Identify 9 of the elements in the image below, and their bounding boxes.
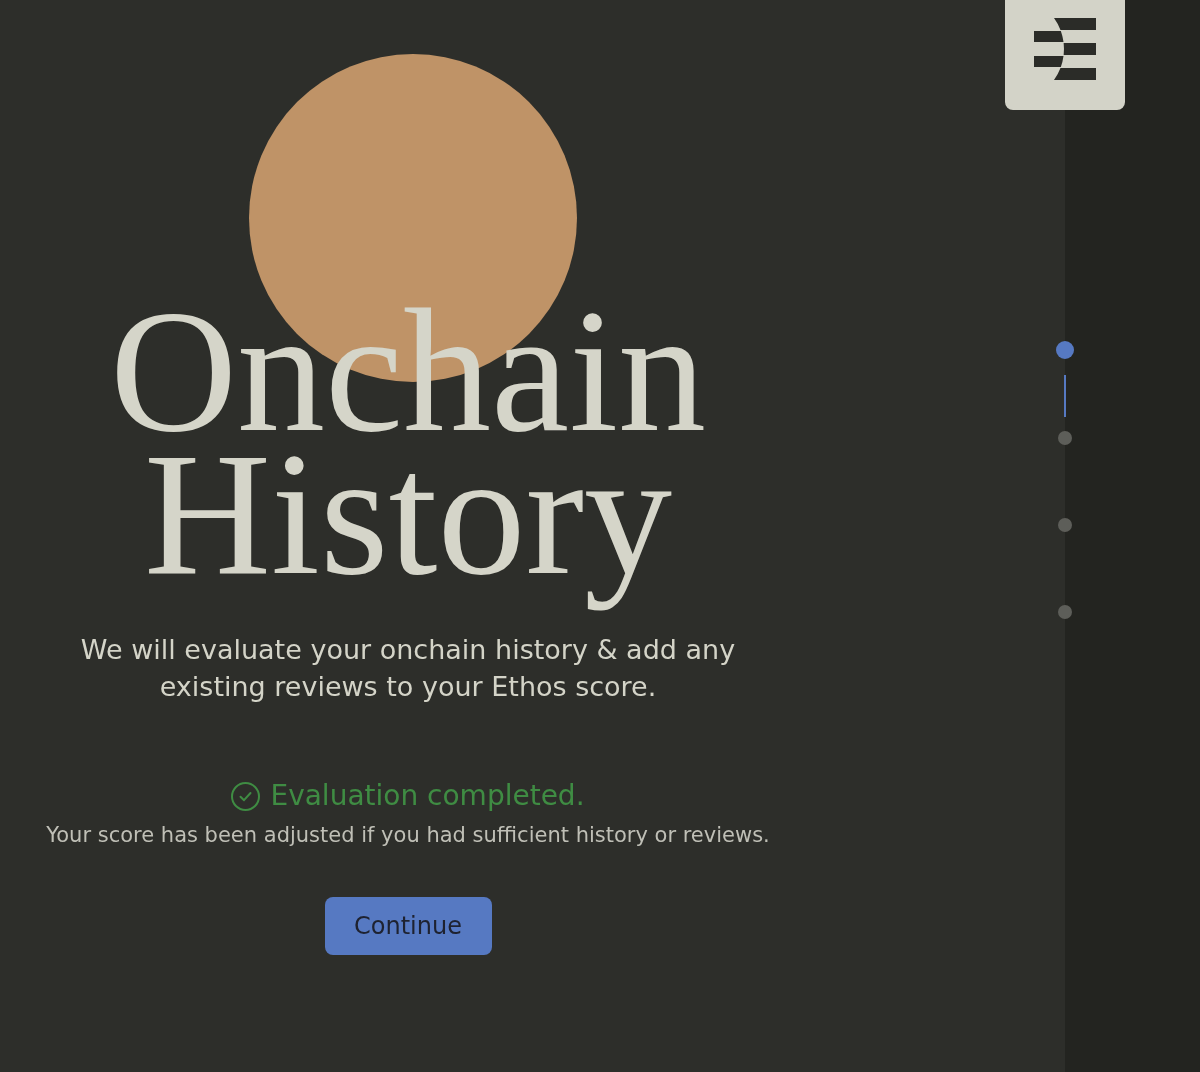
page-title: Onchain History (108, 299, 708, 613)
check-circle-icon (231, 781, 261, 811)
description-text: We will evaluate your onchain history & add any existing reviews to your Ethos score. (79, 633, 737, 704)
status-detail-text: Your score has been adjusted if you had sufficient history or reviews. (46, 822, 770, 849)
logo-button[interactable] (1005, 0, 1125, 110)
continue-button[interactable]: Continue (324, 897, 492, 955)
step-connector (1064, 375, 1066, 417)
logo-icon (1034, 18, 1096, 80)
status-message: Evaluation completed. (270, 779, 585, 813)
